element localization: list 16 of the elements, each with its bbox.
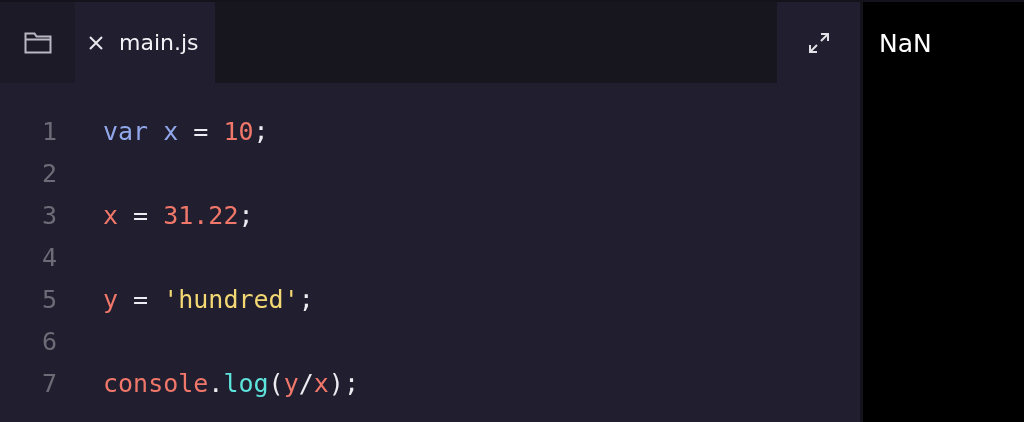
console-output: NaN	[878, 28, 932, 58]
close-icon[interactable]	[89, 35, 103, 50]
line-number: 3	[40, 200, 57, 230]
line-number: 6	[40, 326, 57, 356]
code-line: x = 31.22;	[103, 200, 254, 230]
line-number: 7	[40, 368, 57, 398]
line-number: 2	[40, 158, 57, 188]
code-line: console.log(y/x);	[103, 368, 359, 398]
line-number: 1	[40, 116, 57, 146]
code-line: var x = 10;	[103, 116, 269, 146]
folder-icon[interactable]	[23, 31, 52, 54]
file-tab[interactable]: main.js	[75, 2, 215, 83]
line-number: 4	[40, 242, 57, 272]
code-line: y = 'hundred';	[103, 284, 314, 314]
line-number: 5	[40, 284, 57, 314]
expand-icon[interactable]	[807, 31, 830, 54]
